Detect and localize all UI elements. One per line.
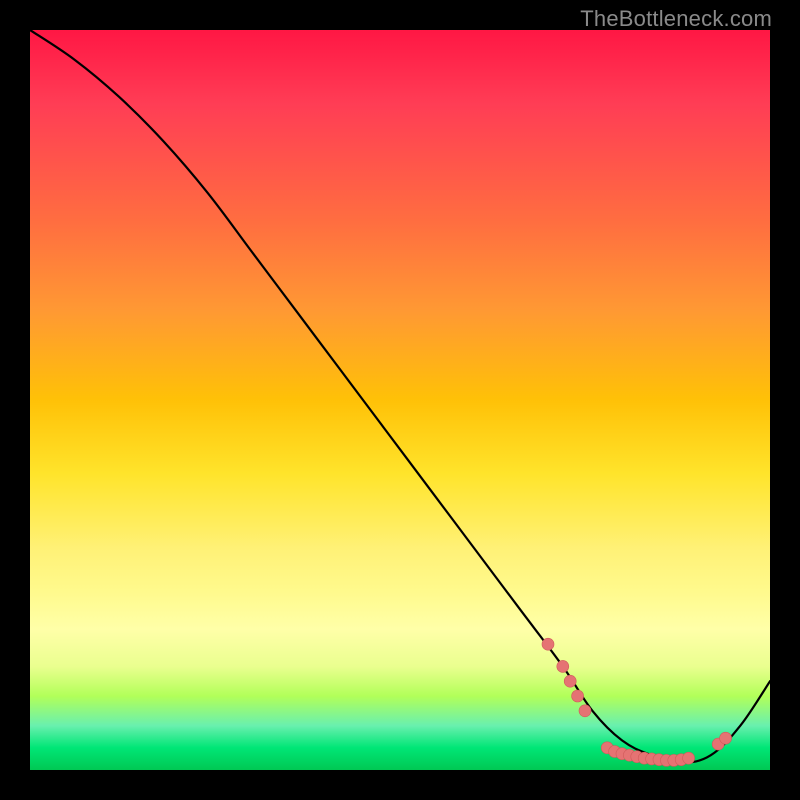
chart-plot-area [30, 30, 770, 770]
data-marker [542, 638, 554, 650]
bottleneck-curve [30, 30, 770, 763]
chart-overlay-svg [30, 30, 770, 770]
data-marker [720, 732, 732, 744]
chart-frame: TheBottleneck.com [0, 0, 800, 800]
data-marker [557, 660, 569, 672]
watermark-text: TheBottleneck.com [580, 6, 772, 32]
data-marker [564, 675, 576, 687]
data-marker [683, 752, 695, 764]
data-marker [572, 690, 584, 702]
data-markers-group [542, 638, 732, 766]
data-marker [579, 705, 591, 717]
